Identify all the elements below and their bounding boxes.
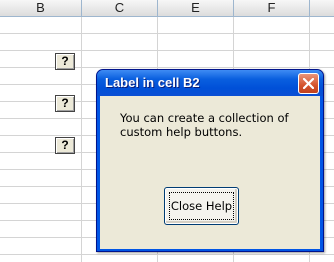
close-x-icon[interactable]: [298, 73, 319, 94]
column-header-f[interactable]: F: [234, 0, 310, 17]
column-headers: B C E F: [0, 0, 334, 17]
close-help-focus-rect: Close Help: [169, 192, 234, 220]
dialog-titlebar[interactable]: Label in cell B2: [97, 70, 323, 96]
grid-line: [0, 50, 334, 51]
dialog-body: You can create a collection of custom he…: [100, 96, 320, 249]
help-button-3[interactable]: ?: [55, 137, 75, 154]
dialog-title: Label in cell B2: [105, 75, 200, 90]
help-button-2[interactable]: ?: [55, 95, 75, 112]
column-header-b[interactable]: B: [0, 0, 82, 17]
dialog-message: You can create a collection of custom he…: [120, 111, 289, 139]
column-header-e[interactable]: E: [158, 0, 234, 17]
grid-line: [81, 17, 82, 262]
column-header-next[interactable]: [310, 0, 334, 17]
grid-line: [0, 33, 334, 34]
help-dialog: Label in cell B2 You can create a collec…: [96, 69, 324, 252]
grid-line: [0, 254, 334, 255]
grid-line: [0, 67, 334, 68]
close-x-glyph: [303, 78, 314, 89]
column-header-c[interactable]: C: [82, 0, 158, 17]
close-help-label: Close Help: [170, 199, 233, 213]
help-button-1[interactable]: ?: [55, 53, 75, 70]
close-help-button[interactable]: Close Help: [164, 187, 239, 225]
